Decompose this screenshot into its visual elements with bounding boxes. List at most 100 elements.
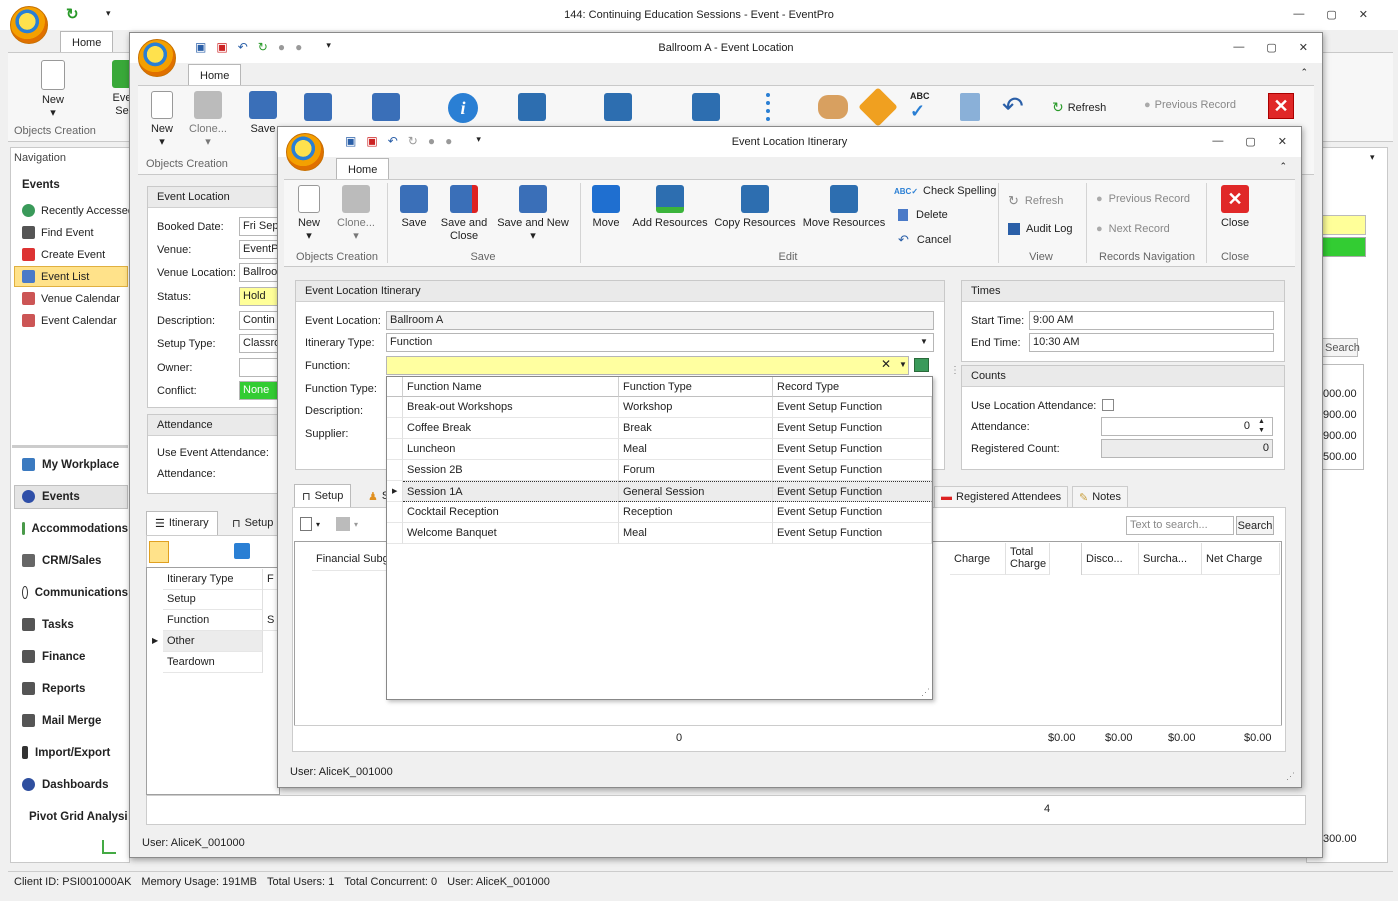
dropdown-cell[interactable]: Forum	[619, 460, 773, 481]
nav-mail-merge[interactable]: Mail Merge	[22, 714, 101, 727]
next-record-button[interactable]: ● Next Record	[1096, 223, 1170, 235]
nav-pivot-grid[interactable]: Pivot Grid Analysis	[22, 810, 128, 823]
dropdown-cell[interactable]: Luncheon	[403, 439, 619, 460]
description-field[interactable]: Contin	[239, 311, 279, 330]
audit-log-button[interactable]: Audit Log	[1008, 223, 1072, 235]
undo-icon[interactable]: ↶	[1002, 91, 1024, 122]
tab-home[interactable]: Home	[60, 31, 114, 54]
minimize-icon[interactable]: —	[1212, 135, 1223, 148]
tab-itinerary[interactable]: ☰ Itinerary	[146, 511, 218, 535]
close-icon[interactable]: ✕	[1299, 41, 1308, 54]
dropdown-cell[interactable]: Session 2B	[403, 460, 619, 481]
end-time-field[interactable]: 10:30 AM	[1029, 333, 1274, 352]
dropdown-cell[interactable]: Reception	[619, 502, 773, 523]
status-field[interactable]: Hold	[239, 287, 279, 306]
tab-home[interactable]: Home	[336, 158, 390, 181]
top-previous-button[interactable]: ● Previous Record	[1144, 99, 1236, 111]
copy-resources-button[interactable]: Copy Resources	[714, 185, 796, 230]
copy-resources-icon[interactable]	[604, 93, 632, 121]
dropdown-cell[interactable]: Event Setup Function	[773, 460, 932, 481]
ribbon-collapse-icon[interactable]: ⌃	[1279, 161, 1287, 172]
nav-finance[interactable]: Finance	[22, 650, 85, 663]
save-button[interactable]: Save	[248, 91, 278, 136]
itinerary-row[interactable]: Function	[163, 610, 263, 631]
dropdown-cell[interactable]: Break	[619, 418, 773, 439]
new-button[interactable]: New ▾	[294, 185, 324, 243]
dropdown-cell[interactable]: Event Setup Function	[773, 523, 932, 544]
dropdown-cell[interactable]: Event Setup Function	[773, 439, 932, 460]
header-function-name[interactable]: Function Name	[403, 377, 619, 397]
dropdown-cell[interactable]: Event Setup Function	[773, 481, 932, 502]
venue-field[interactable]: EventP	[239, 240, 279, 259]
add-list-icon[interactable]	[766, 93, 792, 121]
nav-communications[interactable]: Communications	[22, 586, 128, 599]
nav-events[interactable]: Events	[22, 490, 80, 503]
minimize-icon[interactable]: —	[1293, 8, 1304, 21]
nav-import-export[interactable]: Import/Export	[22, 746, 110, 759]
nav-accommodations[interactable]: Accommodations	[22, 522, 128, 535]
save-and-close-button[interactable]: Save and Close	[438, 185, 490, 243]
nav-reports[interactable]: Reports	[22, 682, 85, 695]
owner-field[interactable]	[239, 358, 279, 377]
move-resources-button[interactable]: Move Resources	[802, 185, 886, 230]
add-row-icon[interactable]	[234, 543, 250, 559]
delete-icon[interactable]	[960, 93, 980, 121]
splitter-handle[interactable]: ⋮	[950, 365, 960, 376]
nav-event-calendar[interactable]: Event Calendar	[22, 314, 117, 327]
maximize-icon[interactable]: ▢	[1245, 135, 1255, 148]
venue-location-field[interactable]: Ballroo	[239, 263, 279, 282]
spin-icon[interactable]: ▲ ▼	[1258, 417, 1265, 435]
close-icon[interactable]: ✕	[1359, 8, 1368, 21]
new-button[interactable]: New ▾	[144, 91, 180, 149]
tab-notes[interactable]: ✎ Notes	[1072, 486, 1128, 509]
new-button[interactable]: New ▾	[30, 60, 76, 120]
maximize-icon[interactable]: ▢	[1266, 41, 1276, 54]
search-button[interactable]: Search	[1236, 516, 1274, 535]
nav-recently-accessed[interactable]: Recently Accessed	[22, 204, 134, 217]
grid-clone-button[interactable]: ▾	[336, 517, 358, 531]
dropdown-cell[interactable]: Welcome Banquet	[403, 523, 619, 544]
dropdown-cell[interactable]: Event Setup Function	[773, 418, 932, 439]
nav-my-workplace[interactable]: My Workplace	[22, 458, 119, 471]
clone-button[interactable]: Clone... ▾	[182, 91, 234, 149]
close-icon[interactable]: ✕	[1278, 135, 1287, 148]
tab-setup[interactable]: ⊓ Setup	[294, 484, 352, 508]
nav-tasks[interactable]: Tasks	[22, 618, 74, 631]
lookup-icon[interactable]	[914, 358, 929, 372]
save-new-icon[interactable]	[372, 93, 400, 121]
attendance-spin[interactable]: 0	[1101, 417, 1273, 436]
new-row-button[interactable]	[149, 541, 169, 563]
resize-grip-icon[interactable]: ⋰	[1286, 771, 1295, 782]
nav-find-event[interactable]: Find Event	[22, 226, 94, 239]
right-search-button[interactable]: Search	[1322, 338, 1360, 357]
nav-dashboards[interactable]: Dashboards	[22, 778, 108, 791]
chart-icon[interactable]	[102, 840, 116, 854]
move-button[interactable]: Move	[586, 185, 626, 230]
add-resources-button[interactable]: Add Resources	[632, 185, 708, 230]
handshake-icon[interactable]	[818, 95, 848, 119]
clear-icon[interactable]: ✕	[881, 357, 891, 371]
dropdown-cell[interactable]: Meal	[619, 439, 773, 460]
dropdown-cell[interactable]: Meal	[619, 523, 773, 544]
function-select[interactable]	[386, 356, 909, 375]
dropdown-cell[interactable]: General Session	[619, 481, 773, 502]
booked-date-field[interactable]: Fri Sep	[239, 217, 279, 236]
setup-type-field[interactable]: Classro	[239, 334, 279, 353]
conflict-field[interactable]: None	[239, 381, 279, 400]
dropdown-cell[interactable]: Event Setup Function	[773, 397, 932, 418]
nav-crm-sales[interactable]: CRM/Sales	[22, 554, 101, 567]
use-location-attendance-checkbox[interactable]	[1102, 399, 1114, 411]
refresh-button[interactable]: ↻ Refresh	[1008, 193, 1063, 209]
tab-staff[interactable]: ♟ S	[364, 486, 386, 507]
nav-splitter[interactable]	[12, 445, 128, 448]
dropdown-cell[interactable]: Cocktail Reception	[403, 502, 619, 523]
save-close-icon[interactable]	[304, 93, 332, 121]
grid-new-button[interactable]: ▾	[300, 517, 320, 531]
move-resources-icon[interactable]	[692, 93, 720, 121]
chevron-down-icon[interactable]: ▼	[920, 337, 928, 346]
search-input[interactable]: Text to search...	[1126, 516, 1234, 535]
dropdown-cell[interactable]: Break-out Workshops	[403, 397, 619, 418]
nav-venue-calendar[interactable]: Venue Calendar	[22, 292, 120, 305]
tab-home[interactable]: Home	[188, 64, 242, 87]
clone-button[interactable]: Clone... ▾	[332, 185, 380, 243]
